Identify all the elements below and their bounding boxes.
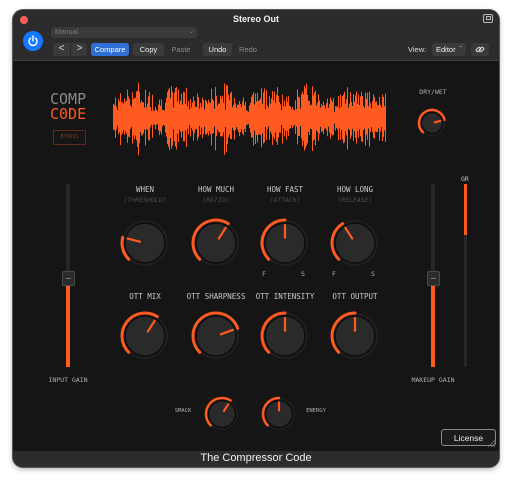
ott-mix-title: OTT MIX bbox=[129, 292, 161, 301]
gr-meter-label: GR bbox=[461, 175, 469, 183]
how-long-title: HOW LONG bbox=[336, 185, 374, 194]
ott-intensity-knob[interactable] bbox=[258, 309, 312, 363]
dry-wet-label: DRY/WET bbox=[419, 88, 447, 96]
view-value: Editor bbox=[436, 45, 456, 54]
how-much-title: HOW MUCH bbox=[197, 185, 235, 194]
knob-cap bbox=[420, 111, 444, 135]
plugin-name-footer: The Compressor Code bbox=[13, 451, 499, 467]
threshold-knob[interactable] bbox=[118, 216, 172, 270]
input-gain-thumb[interactable] bbox=[62, 270, 75, 286]
ott-output-title: OTT OUTPUT bbox=[332, 292, 378, 301]
knob-cap bbox=[195, 222, 237, 264]
next-preset-button[interactable]: > bbox=[70, 43, 88, 56]
chevron-updown-icon: ⌃ bbox=[457, 46, 463, 52]
chevron-down-icon: ⌄ bbox=[188, 29, 194, 35]
ott-sharpness-knob[interactable] bbox=[189, 309, 243, 363]
release-max-label: S bbox=[371, 270, 375, 278]
knob-cap bbox=[334, 222, 376, 264]
comp-code-logo: COMP C0DE bbox=[50, 92, 86, 122]
when-subtitle: (THRESHOLD) bbox=[123, 196, 167, 204]
ott-intensity-title: OTT INTENSITY bbox=[255, 292, 315, 301]
attack-max-label: S bbox=[301, 270, 305, 278]
resize-grip-icon[interactable] bbox=[487, 439, 496, 448]
plugin-panel: COMP C0DE BYPASS DRY/WET INPUT GAIN MAKE… bbox=[13, 61, 499, 451]
knob-cap bbox=[124, 315, 166, 357]
power-icon bbox=[28, 35, 38, 47]
ott-sharpness-title: OTT SHARPNESS bbox=[186, 292, 246, 301]
pin-window-icon[interactable] bbox=[483, 14, 493, 23]
power-button[interactable] bbox=[23, 31, 43, 51]
how-much-subtitle: (RATIO) bbox=[202, 196, 230, 204]
gr-meter-fill bbox=[464, 184, 467, 236]
window-titlebar: Stereo Out Manual ⌄ < > Compare Copy Pas… bbox=[13, 10, 499, 61]
knob-cap bbox=[195, 315, 237, 357]
preset-nav-group: < > bbox=[53, 43, 87, 56]
smack-label: SMACK bbox=[174, 408, 192, 414]
paste-button[interactable]: Paste bbox=[168, 43, 194, 56]
release-knob[interactable] bbox=[328, 216, 382, 270]
view-select[interactable]: Editor ⌃ bbox=[432, 43, 466, 56]
dry-wet-knob[interactable] bbox=[415, 106, 449, 140]
previous-preset-button[interactable]: < bbox=[53, 43, 70, 56]
when-title: WHEN bbox=[135, 185, 155, 194]
window-title: Stereo Out bbox=[232, 14, 279, 24]
attack-min-label: F bbox=[262, 270, 266, 278]
knob-cap bbox=[124, 222, 166, 264]
bypass-button[interactable]: BYPASS bbox=[53, 130, 86, 145]
release-min-label: F bbox=[332, 270, 336, 278]
link-icon bbox=[475, 46, 485, 53]
how-fast-subtitle: (ATTACK) bbox=[269, 196, 301, 204]
input-gain-fill bbox=[66, 285, 70, 367]
redo-button[interactable]: Redo bbox=[236, 43, 260, 56]
knob-cap bbox=[207, 399, 237, 429]
ott-output-knob[interactable] bbox=[328, 309, 382, 363]
energy-label: ENERGY bbox=[306, 408, 326, 414]
preset-value: Manual bbox=[55, 29, 78, 36]
makeup-gain-fill bbox=[431, 285, 435, 367]
knob-pointer bbox=[433, 119, 442, 124]
waveform-display bbox=[113, 82, 386, 156]
preset-select[interactable]: Manual ⌄ bbox=[51, 27, 197, 38]
link-button[interactable] bbox=[471, 43, 489, 56]
compare-button[interactable]: Compare bbox=[91, 43, 129, 56]
makeup-gain-thumb[interactable] bbox=[427, 270, 440, 286]
input-gain-label: INPUT GAIN bbox=[48, 376, 88, 384]
undo-button[interactable]: Undo bbox=[203, 43, 232, 56]
how-long-subtitle: (RELEASE) bbox=[337, 196, 373, 204]
ratio-knob[interactable] bbox=[189, 216, 243, 270]
plugin-window: Stereo Out Manual ⌄ < > Compare Copy Pas… bbox=[13, 10, 499, 467]
ott-mix-knob[interactable] bbox=[118, 309, 172, 363]
energy-knob[interactable] bbox=[259, 394, 299, 434]
how-fast-title: HOW FAST bbox=[266, 185, 304, 194]
view-label: View: bbox=[408, 45, 427, 54]
copy-button[interactable]: Copy bbox=[133, 43, 164, 56]
smack-knob[interactable] bbox=[202, 394, 242, 434]
attack-knob[interactable] bbox=[258, 216, 312, 270]
makeup-gain-label: MAKEUP GAIN bbox=[411, 376, 455, 384]
logo-line-2: C0DE bbox=[50, 105, 87, 123]
